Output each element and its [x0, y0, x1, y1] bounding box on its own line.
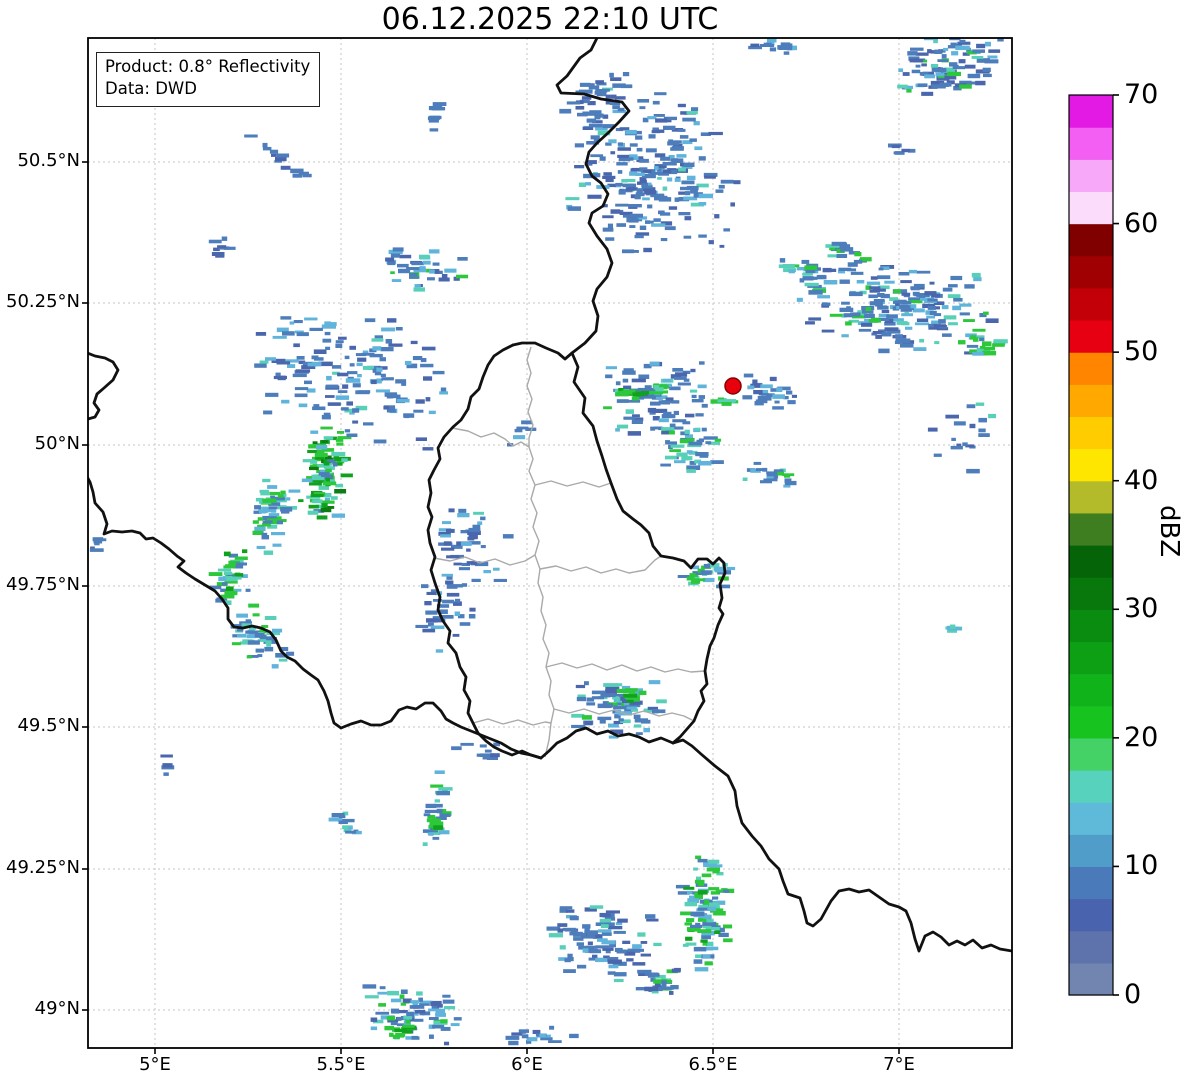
country-borders [88, 38, 1012, 953]
product-line: Product: 0.8° Reflectivity [105, 57, 311, 76]
lon-tick-label: 7°E [883, 1054, 915, 1075]
lon-tick-label: 6.5°E [688, 1054, 738, 1075]
colorbar-tick-label: 50 [1124, 336, 1159, 368]
colorbar-tick-label: 70 [1124, 79, 1159, 110]
colorbar-tick-label: 0 [1124, 979, 1142, 1010]
product-info-box: Product: 0.8° Reflectivity Data: DWD [96, 52, 321, 107]
axis-tick-marks [82, 161, 900, 1054]
colorbar-tick-label: 10 [1124, 850, 1159, 882]
lon-tick-label: 5°E [139, 1054, 171, 1075]
colorbar-tick-label: 40 [1124, 464, 1159, 496]
graticule-gridlines [88, 38, 1012, 1048]
lat-tick-label: 50.25°N [6, 291, 80, 312]
colorbar-tick-label: 20 [1124, 721, 1159, 753]
district-borders [433, 346, 706, 758]
lat-tick-label: 50.5°N [17, 150, 80, 171]
lon-tick-label: 6°E [511, 1054, 543, 1075]
lat-tick-label: 49.5°N [17, 715, 80, 736]
colorbar-tick-label: 60 [1124, 207, 1159, 239]
lat-tick-label: 49.75°N [6, 574, 80, 595]
lat-tick-label: 49°N [34, 998, 80, 1019]
colorbar [1068, 94, 1119, 996]
colorbar-unit-label: dBZ [1154, 505, 1184, 558]
lat-tick-label: 50°N [34, 433, 80, 454]
radar-location-dot [724, 377, 742, 395]
radar-echoes [89, 38, 1008, 1046]
lon-tick-label: 5.5°E [316, 1054, 366, 1075]
map-frame [87, 37, 1013, 1049]
lat-tick-label: 49.25°N [6, 857, 80, 878]
radar-map [82, 37, 1119, 1054]
colorbar-tick-label: 30 [1124, 593, 1159, 625]
data-source-line: Data: DWD [105, 79, 197, 99]
weather-radar-figure: 06.12.2025 22:10 UTC 5°E 5.5°E 6°E 6.5°E 7°E… [0, 0, 1202, 1081]
